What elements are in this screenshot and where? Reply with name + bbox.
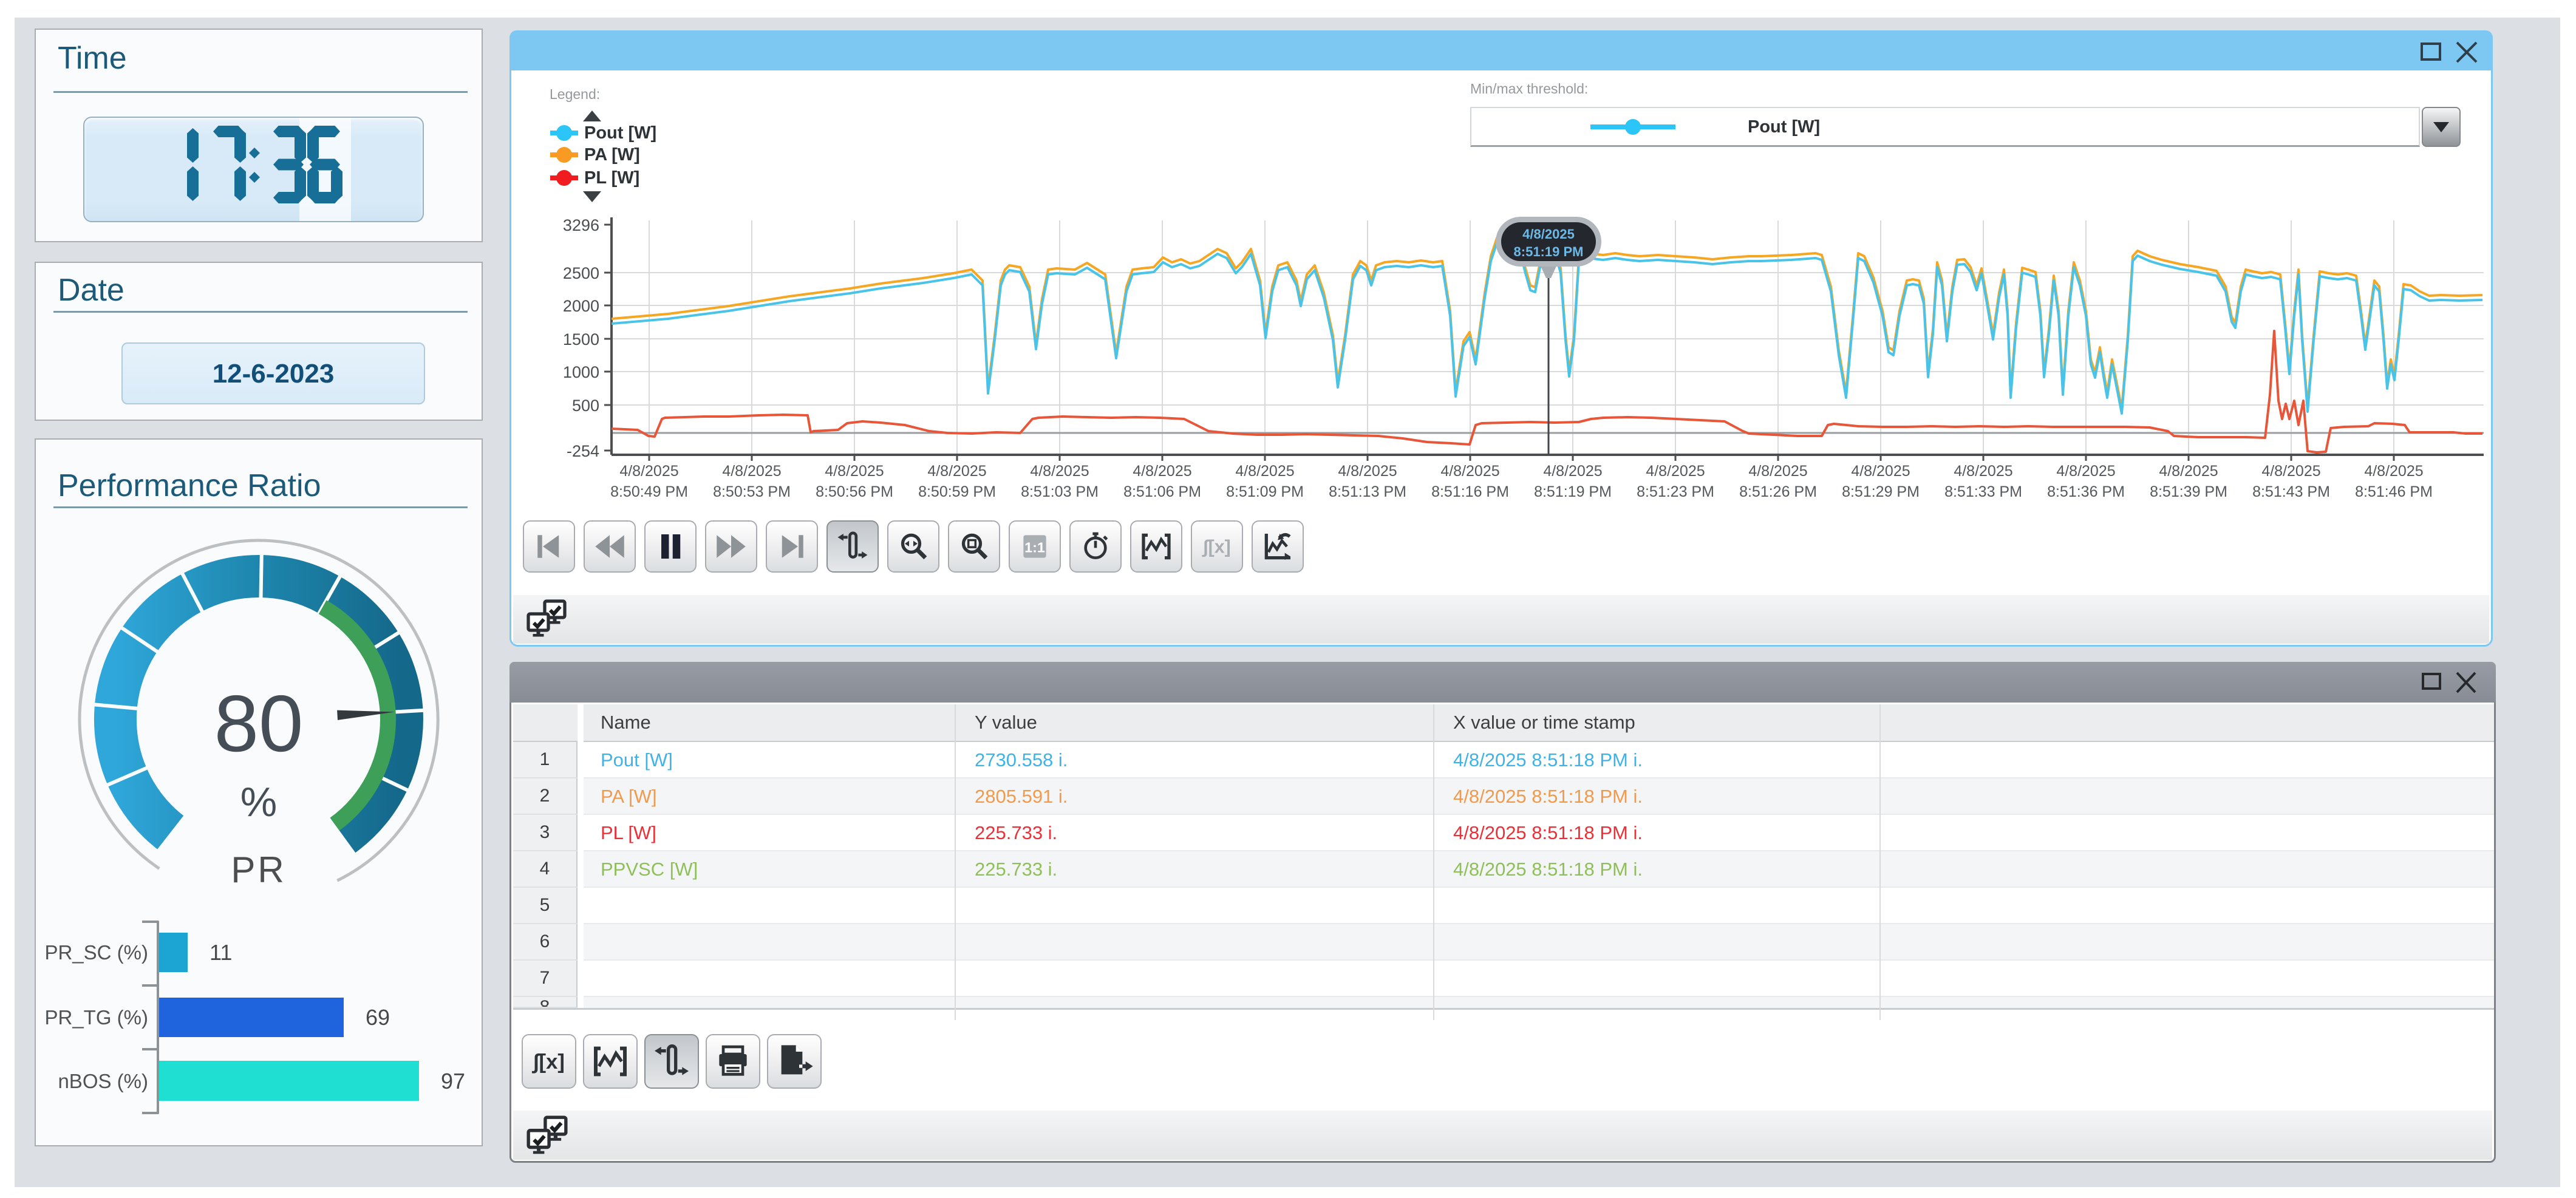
svg-text:8:51:16 PM: 8:51:16 PM (1431, 483, 1509, 500)
svg-text:69: 69 (366, 1005, 390, 1030)
svg-text:8:50:56 PM: 8:50:56 PM (816, 483, 893, 500)
svg-text:4/8/2025: 4/8/2025 (1954, 463, 2012, 480)
svg-text:4/8/2025: 4/8/2025 (825, 463, 884, 480)
svg-text:97: 97 (441, 1069, 465, 1094)
svg-text:4/8/2025: 4/8/2025 (1235, 463, 1294, 480)
svg-text:4/8/2025: 4/8/2025 (1851, 463, 1910, 480)
svg-text:8:51:03 PM: 8:51:03 PM (1021, 483, 1099, 500)
svg-text:∫[x]: ∫[x] (1202, 537, 1230, 557)
svg-text:4/8/2025: 4/8/2025 (2056, 463, 2115, 480)
svg-text:1500: 1500 (563, 330, 599, 349)
svg-text:2500: 2500 (563, 264, 599, 282)
svg-text:4/8/2025: 4/8/2025 (1543, 463, 1602, 480)
svg-text:4/8/2025: 4/8/2025 (1133, 463, 1191, 480)
svg-text:8:51:26 PM: 8:51:26 PM (1739, 483, 1817, 500)
svg-text:8:51:33 PM: 8:51:33 PM (1944, 483, 2022, 500)
svg-text:80: 80 (214, 679, 304, 768)
svg-text:8:51:19 PM: 8:51:19 PM (1534, 483, 1612, 500)
svg-text:8:51:19 PM: 8:51:19 PM (1514, 244, 1584, 259)
svg-text:4/8/2025: 4/8/2025 (1522, 226, 1575, 242)
svg-text:2000: 2000 (563, 297, 599, 315)
svg-text:-254: -254 (567, 442, 599, 460)
svg-text:8:51:36 PM: 8:51:36 PM (2047, 483, 2125, 500)
svg-text:4/8/2025: 4/8/2025 (1748, 463, 1807, 480)
svg-text:PR_SC (%): PR_SC (%) (44, 941, 148, 964)
svg-text:8:51:13 PM: 8:51:13 PM (1329, 483, 1406, 500)
svg-text:∫[x]: ∫[x] (531, 1050, 565, 1074)
svg-text:8:51:39 PM: 8:51:39 PM (2150, 483, 2227, 500)
svg-text:8:50:59 PM: 8:50:59 PM (918, 483, 996, 500)
svg-text:4/8/2025: 4/8/2025 (2261, 463, 2320, 480)
svg-text:8:51:23 PM: 8:51:23 PM (1637, 483, 1714, 500)
svg-text:PR_TG (%): PR_TG (%) (44, 1006, 148, 1029)
svg-text:8:50:53 PM: 8:50:53 PM (713, 483, 791, 500)
svg-text:nBOS (%): nBOS (%) (58, 1070, 148, 1092)
svg-text:4/8/2025: 4/8/2025 (1030, 463, 1089, 480)
svg-text:4/8/2025: 4/8/2025 (2364, 463, 2423, 480)
svg-text:8:51:06 PM: 8:51:06 PM (1123, 483, 1201, 500)
svg-text:4/8/2025: 4/8/2025 (1440, 463, 1499, 480)
svg-text:4/8/2025: 4/8/2025 (722, 463, 781, 480)
svg-text:3296: 3296 (563, 216, 599, 234)
svg-text:PR: PR (231, 849, 286, 890)
svg-text:4/8/2025: 4/8/2025 (1338, 463, 1397, 480)
svg-text:1:1: 1:1 (1024, 539, 1045, 555)
svg-text:11: 11 (210, 940, 232, 965)
svg-text:4/8/2025: 4/8/2025 (1646, 463, 1705, 480)
svg-text:4/8/2025: 4/8/2025 (927, 463, 986, 480)
svg-text:4/8/2025: 4/8/2025 (2159, 463, 2218, 480)
svg-text:8:51:29 PM: 8:51:29 PM (1842, 483, 1920, 500)
svg-text:500: 500 (572, 396, 599, 415)
svg-text:4/8/2025: 4/8/2025 (619, 463, 678, 480)
svg-text:8:51:43 PM: 8:51:43 PM (2252, 483, 2330, 500)
svg-text:%: % (240, 779, 277, 825)
svg-text:8:50:49 PM: 8:50:49 PM (610, 483, 688, 500)
svg-text:8:51:46 PM: 8:51:46 PM (2355, 483, 2433, 500)
svg-text:8:51:09 PM: 8:51:09 PM (1226, 483, 1304, 500)
svg-text:1000: 1000 (563, 363, 599, 381)
